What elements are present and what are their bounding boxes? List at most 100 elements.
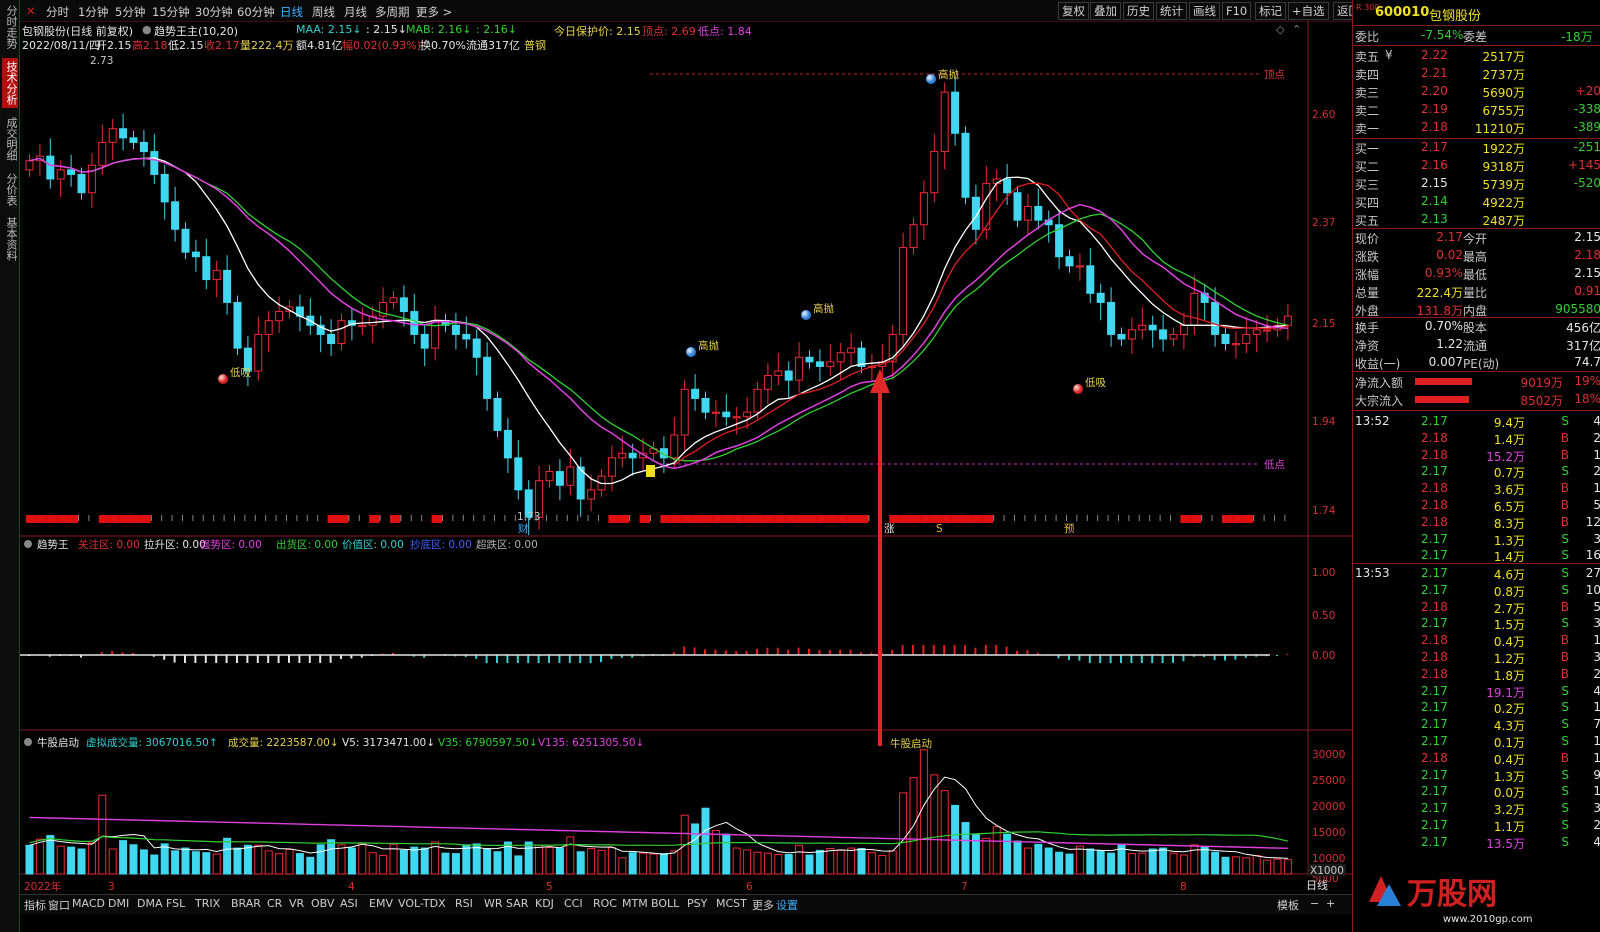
- indicator-tab[interactable]: 设置: [776, 897, 798, 913]
- indicator-tab[interactable]: OBV: [311, 897, 334, 910]
- buy-order-label: 买三: [1355, 178, 1380, 192]
- quote-value: 0.91: [1574, 284, 1600, 298]
- sell-order-row[interactable]: 卖二 2.19 6755万 -338: [1353, 101, 1600, 119]
- period-tab-weekly[interactable]: 周线: [312, 4, 335, 20]
- strip-segment: [202, 515, 204, 521]
- template-button[interactable]: 模板: [1277, 897, 1299, 913]
- indicator-tab[interactable]: PSY: [687, 897, 707, 910]
- period-tab-30min[interactable]: 30分钟: [195, 4, 233, 20]
- candle: [212, 260, 221, 298]
- volume-bar: [77, 848, 86, 875]
- indicator-tab[interactable]: VOL-TDX: [398, 897, 446, 910]
- indicator-tab[interactable]: BOLL: [651, 897, 679, 910]
- sell-order-row[interactable]: 卖四 2.21 2737万: [1353, 65, 1600, 83]
- strip-segment: [358, 515, 360, 521]
- buy-order-row[interactable]: 买一 2.17 1922万 -251: [1353, 139, 1600, 157]
- period-tab-timeshare[interactable]: 分时: [46, 4, 69, 20]
- tick-count: 1: [1593, 784, 1600, 799]
- strip-segment: [57, 515, 68, 523]
- add-watchlist-button[interactable]: +自选: [1288, 2, 1329, 20]
- stats-button[interactable]: 统计: [1156, 2, 1187, 20]
- strip-segment: [795, 515, 806, 523]
- buy-order-price: 2.16: [1421, 158, 1448, 172]
- overlay-button[interactable]: 叠加: [1090, 2, 1121, 20]
- zoom-in-icon[interactable]: +: [1326, 897, 1335, 910]
- period-tab-1min[interactable]: 1分钟: [78, 4, 108, 20]
- zoom-out-icon[interactable]: −: [1310, 897, 1319, 910]
- indicator-tab[interactable]: DMI: [108, 897, 129, 910]
- buy-order-row[interactable]: 买四 2.14 4922万: [1353, 193, 1600, 211]
- panel2-legend-item: 超跌区: 0.00: [476, 538, 538, 551]
- volume-bar: [347, 847, 356, 875]
- sell-order-row[interactable]: 卖五 ¥2.22 2517万: [1353, 47, 1600, 65]
- indicator-tab[interactable]: FSL: [166, 897, 185, 910]
- buy-order-volume: 1922万: [1482, 142, 1525, 156]
- period-tab-multi[interactable]: 多周期: [375, 4, 410, 20]
- panel-toggle-icon[interactable]: [24, 540, 32, 548]
- mark-button[interactable]: 标记: [1255, 2, 1286, 20]
- side-tab-fundamentals[interactable]: 基本资料: [2, 214, 18, 264]
- indicator-tab[interactable]: EMV: [369, 897, 393, 910]
- side-tab-details[interactable]: 成交明细: [2, 114, 18, 164]
- side-tab-timeshare[interactable]: 分时走势: [2, 2, 18, 52]
- indicator-tab[interactable]: SAR: [506, 897, 528, 910]
- indicator-tab[interactable]: ASI: [340, 897, 358, 910]
- f10-button[interactable]: F10: [1222, 2, 1252, 20]
- indicator-tab[interactable]: TRIX: [195, 897, 220, 910]
- vol-axis-tick: 10000: [1312, 853, 1345, 865]
- volume-bar: [493, 851, 502, 875]
- indicator-tab[interactable]: MTM: [622, 897, 648, 910]
- diamond-icon[interactable]: ◇: [1276, 23, 1284, 36]
- menu-icon[interactable]: ✕: [26, 4, 36, 18]
- indicator-tab[interactable]: 指标: [24, 897, 46, 913]
- panel-toggle-icon[interactable]: [24, 738, 32, 746]
- candle: [774, 353, 783, 386]
- bar-change: 幅0.02(0.93%): [342, 39, 422, 52]
- indicator-tab[interactable]: CCI: [564, 897, 583, 910]
- bull-start-marker: 牛股启动: [890, 737, 932, 750]
- strip-segment: [67, 515, 78, 523]
- strip-segment: [962, 515, 973, 523]
- strip-segment: [650, 515, 651, 521]
- buy-order-row[interactable]: 买二 2.16 9318万 +145: [1353, 157, 1600, 175]
- indicator-toggle-icon[interactable]: ●: [142, 23, 152, 36]
- period-tab-5min[interactable]: 5分钟: [115, 4, 145, 20]
- indicator-tab[interactable]: 窗口: [48, 897, 70, 913]
- candle: [1252, 320, 1261, 353]
- trend-bar: [288, 655, 290, 663]
- side-tab-price-table[interactable]: 分价表: [2, 170, 18, 209]
- strip-segment: [109, 515, 120, 523]
- period-tab-daily[interactable]: 日线: [280, 4, 303, 20]
- indicator-tab[interactable]: MCST: [716, 897, 747, 910]
- indicator-tab[interactable]: KDJ: [535, 897, 554, 910]
- indicator-tab[interactable]: WR: [484, 897, 503, 910]
- collapse-icon[interactable]: ⌃: [1292, 23, 1301, 36]
- indicator-tab[interactable]: 更多: [752, 897, 774, 913]
- candle: [1044, 210, 1053, 243]
- kline-chart[interactable]: 顶点 低点 2.60 2.37 2.15 1.94 1.74 2.73 1.73…: [20, 21, 1358, 897]
- period-tab-15min[interactable]: 15分钟: [152, 4, 190, 20]
- indicator-tab[interactable]: MACD: [72, 897, 105, 910]
- candle: [1086, 248, 1095, 303]
- period-tab-more[interactable]: 更多 >: [416, 4, 452, 20]
- side-tab-technical[interactable]: 技术分析: [2, 58, 18, 108]
- sell-order-row[interactable]: 卖一 2.18 11210万 -389: [1353, 119, 1600, 137]
- indicator-tab[interactable]: RSI: [455, 897, 473, 910]
- indicator-tab[interactable]: DMA: [137, 897, 163, 910]
- indicator-tab[interactable]: VR: [289, 897, 304, 910]
- history-button[interactable]: 历史: [1123, 2, 1154, 20]
- buy-order-row[interactable]: 买三 2.15 5739万 -520: [1353, 175, 1600, 193]
- indicator-tab[interactable]: ROC: [593, 897, 617, 910]
- protect-marker: [646, 465, 655, 477]
- adjust-button[interactable]: 复权: [1058, 2, 1089, 20]
- period-tab-60min[interactable]: 60分钟: [237, 4, 275, 20]
- period-tab-monthly[interactable]: 月线: [344, 4, 367, 20]
- volume-bar: [87, 842, 96, 875]
- indicator-tab[interactable]: CR: [267, 897, 282, 910]
- buy-order-row[interactable]: 买五 2.13 2487万: [1353, 211, 1600, 229]
- sell-order-row[interactable]: 卖三 2.20 5690万 +20: [1353, 83, 1600, 101]
- indicator-tab[interactable]: BRAR: [231, 897, 261, 910]
- strip-segment: [546, 515, 547, 521]
- draw-line-button[interactable]: 画线: [1189, 2, 1220, 20]
- strip-segment: [317, 515, 319, 521]
